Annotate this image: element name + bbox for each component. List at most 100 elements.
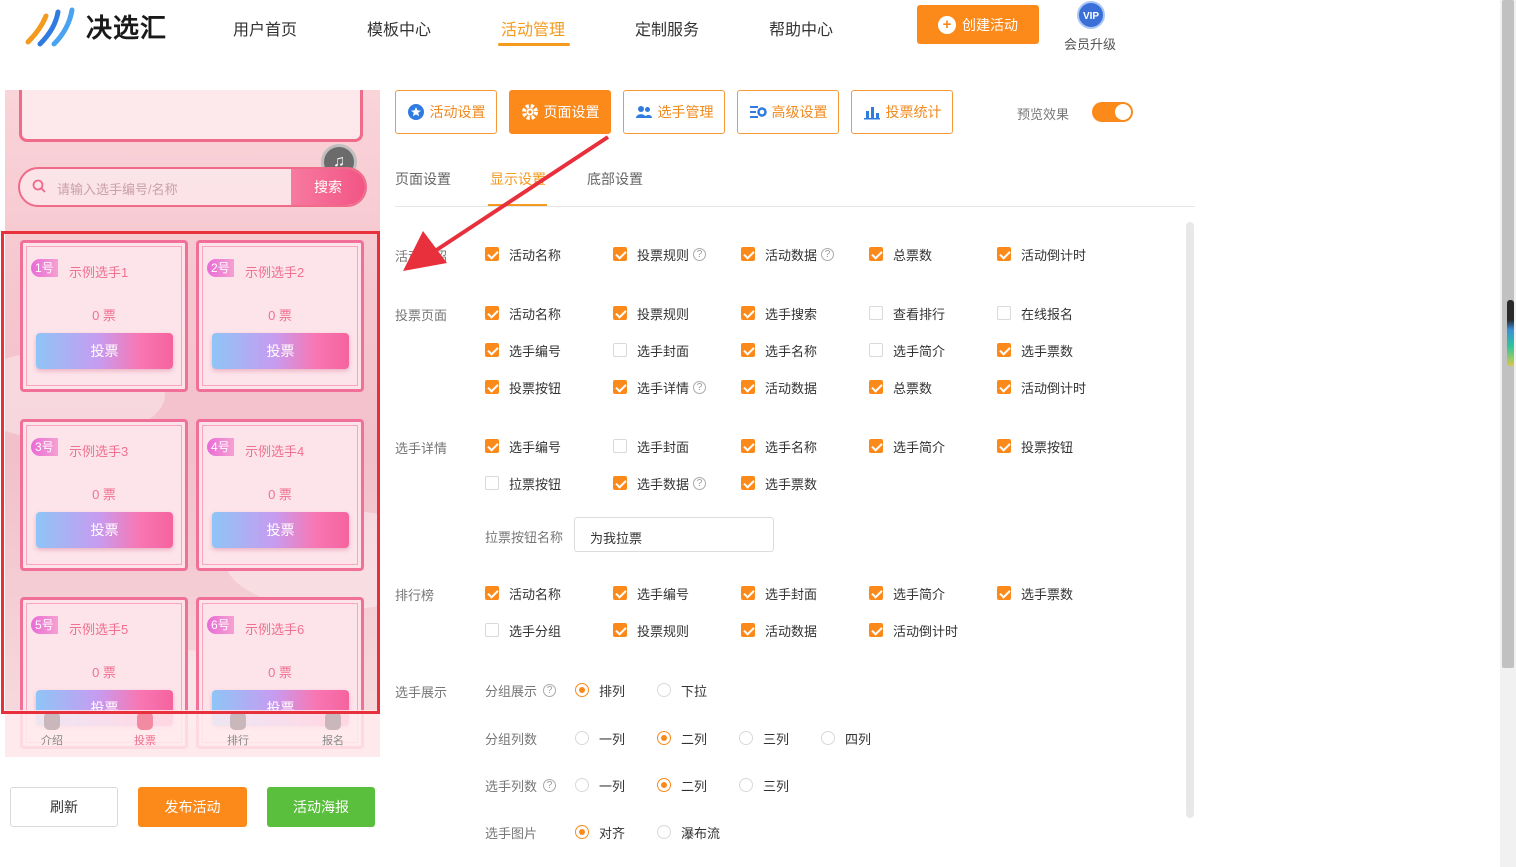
checkbox[interactable]	[485, 623, 499, 637]
checkbox[interactable]	[741, 476, 755, 490]
radio-one-column[interactable]: 一列	[575, 776, 625, 794]
player-card[interactable]: 1号 示例选手1 0 票 投票	[20, 240, 188, 392]
option-view-ranking[interactable]: 查看排行	[869, 304, 945, 322]
radio-align[interactable]: 对齐	[575, 823, 625, 841]
nav-custom-service[interactable]: 定制服务	[635, 16, 699, 40]
vote-button[interactable]: 投票	[36, 512, 173, 548]
checkbox[interactable]	[485, 343, 499, 357]
option-player-intro[interactable]: 选手简介	[869, 437, 945, 455]
tab-signup[interactable]: 报名	[303, 712, 363, 748]
radio-four-columns[interactable]: 四列	[821, 729, 871, 747]
checkbox[interactable]	[485, 586, 499, 600]
option-canvass-button[interactable]: 拉票按钮	[485, 474, 561, 492]
checkbox[interactable]	[485, 380, 499, 394]
radio[interactable]	[739, 731, 753, 745]
canvass-button-name-input[interactable]: 为我拉票	[574, 517, 774, 552]
checkbox[interactable]	[997, 586, 1011, 600]
checkbox[interactable]	[997, 439, 1011, 453]
option-player-data[interactable]: 选手数据?	[613, 474, 707, 492]
checkbox[interactable]	[613, 623, 627, 637]
radio-arrange[interactable]: 排列	[575, 681, 625, 699]
help-icon[interactable]: ?	[821, 247, 835, 261]
checkbox[interactable]	[485, 306, 499, 320]
checkbox[interactable]	[869, 343, 883, 357]
nav-template-center[interactable]: 模板中心	[367, 16, 431, 40]
option-player-intro[interactable]: 选手简介	[869, 584, 945, 602]
activity-poster-button[interactable]: 活动海报	[267, 787, 375, 827]
checkbox[interactable]	[741, 306, 755, 320]
tab-ranking[interactable]: 排行	[208, 712, 268, 748]
option-activity-name[interactable]: 活动名称	[485, 304, 561, 322]
checkbox[interactable]	[741, 586, 755, 600]
option-player-detail[interactable]: 选手详情?	[613, 378, 707, 396]
radio-two-columns[interactable]: 二列	[657, 776, 707, 794]
vote-button[interactable]: 投票	[212, 333, 349, 369]
phone-search-input[interactable]: 请输入选手编号/名称	[57, 179, 178, 198]
nav-user-home[interactable]: 用户首页	[233, 16, 297, 40]
radio[interactable]	[575, 683, 589, 697]
option-player-name[interactable]: 选手名称	[741, 437, 817, 455]
option-total-votes[interactable]: 总票数	[869, 245, 932, 263]
checkbox[interactable]	[869, 247, 883, 261]
nav-help-center[interactable]: 帮助中心	[769, 16, 833, 40]
help-icon[interactable]: ?	[693, 380, 707, 394]
option-player-cover[interactable]: 选手封面	[613, 437, 689, 455]
option-vote-button[interactable]: 投票按钮	[997, 437, 1073, 455]
help-icon[interactable]: ?	[693, 476, 707, 490]
option-player-votes[interactable]: 选手票数	[997, 584, 1073, 602]
tab-vote[interactable]: 投票	[115, 712, 175, 748]
option-activity-data[interactable]: 活动数据	[741, 621, 817, 639]
option-player-number[interactable]: 选手编号	[485, 437, 561, 455]
option-countdown[interactable]: 活动倒计时	[869, 621, 958, 639]
checkbox[interactable]	[613, 380, 627, 394]
radio-waterfall[interactable]: 瀑布流	[657, 823, 720, 841]
option-player-number[interactable]: 选手编号	[485, 341, 561, 359]
checkbox[interactable]	[997, 306, 1011, 320]
option-player-cover[interactable]: 选手封面	[613, 341, 689, 359]
checkbox[interactable]	[613, 439, 627, 453]
radio-three-columns[interactable]: 三列	[739, 729, 789, 747]
option-player-name[interactable]: 选手名称	[741, 341, 817, 359]
radio-two-columns[interactable]: 二列	[657, 729, 707, 747]
checkbox[interactable]	[741, 623, 755, 637]
radio-three-columns[interactable]: 三列	[739, 776, 789, 794]
create-activity-button[interactable]: + 创建活动	[917, 5, 1039, 44]
checkbox[interactable]	[613, 586, 627, 600]
phone-search-button[interactable]: 搜索	[291, 169, 365, 205]
nav-activity-management[interactable]: 活动管理	[501, 16, 565, 40]
option-player-group[interactable]: 选手分组	[485, 621, 561, 639]
player-card[interactable]: 4号 示例选手4 0 票 投票	[196, 419, 364, 571]
help-icon[interactable]: ?	[543, 779, 557, 792]
option-vote-rules[interactable]: 投票规则?	[613, 245, 707, 263]
preview-toggle[interactable]	[1092, 102, 1133, 122]
tab-intro[interactable]: 介绍	[22, 712, 82, 748]
vote-button[interactable]: 投票	[36, 333, 173, 369]
settings-scrollbar[interactable]	[1186, 222, 1194, 818]
checkbox[interactable]	[613, 476, 627, 490]
checkbox[interactable]	[869, 439, 883, 453]
checkbox[interactable]	[613, 306, 627, 320]
radio[interactable]	[575, 778, 589, 792]
checkbox[interactable]	[741, 439, 755, 453]
checkbox[interactable]	[741, 343, 755, 357]
checkbox[interactable]	[485, 439, 499, 453]
radio[interactable]	[821, 731, 835, 745]
checkbox[interactable]	[869, 380, 883, 394]
option-player-votes[interactable]: 选手票数	[997, 341, 1073, 359]
checkbox[interactable]	[741, 380, 755, 394]
checkbox[interactable]	[869, 586, 883, 600]
option-countdown[interactable]: 活动倒计时	[997, 378, 1086, 396]
radio[interactable]	[657, 683, 671, 697]
help-icon[interactable]: ?	[543, 684, 557, 697]
advanced-settings-button[interactable]: 高级设置	[737, 90, 839, 134]
radio[interactable]	[657, 825, 671, 839]
vote-button[interactable]: 投票	[212, 512, 349, 548]
option-activity-data[interactable]: 活动数据	[741, 378, 817, 396]
checkbox[interactable]	[997, 247, 1011, 261]
option-player-search[interactable]: 选手搜索	[741, 304, 817, 322]
radio[interactable]	[575, 731, 589, 745]
publish-activity-button[interactable]: 发布活动	[138, 787, 247, 827]
option-player-cover[interactable]: 选手封面	[741, 584, 817, 602]
player-management-button[interactable]: 选手管理	[623, 90, 725, 134]
option-vote-rules[interactable]: 投票规则	[613, 621, 689, 639]
